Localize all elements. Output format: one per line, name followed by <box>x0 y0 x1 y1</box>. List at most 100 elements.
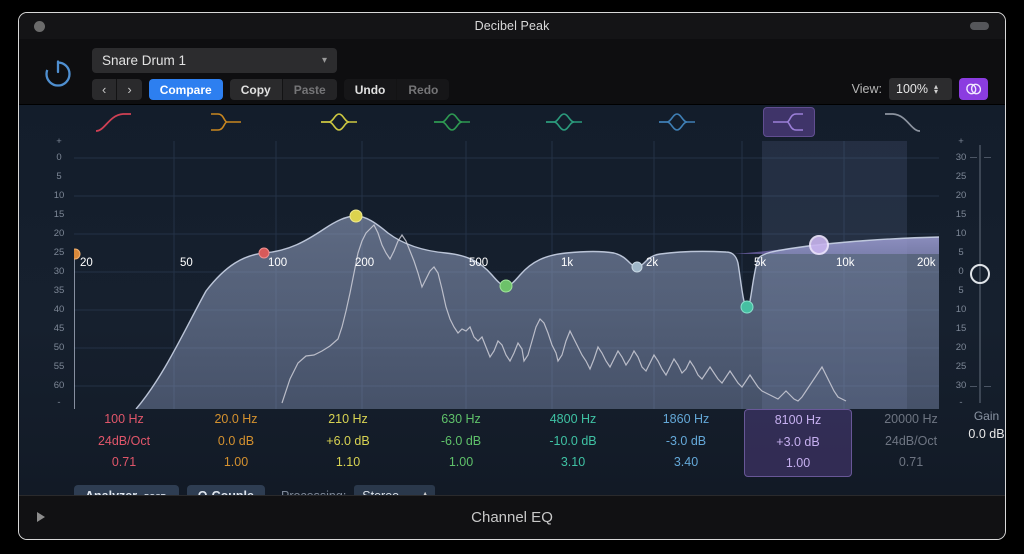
analyzer-scale-minus: - <box>57 397 61 408</box>
band-q[interactable]: 3.40 <box>632 452 740 474</box>
gain-value[interactable]: 0.0 dB <box>944 427 1005 441</box>
play-triangle-icon[interactable] <box>37 512 45 522</box>
low-shelf-icon <box>211 113 241 131</box>
freq-tick: 500 <box>469 257 488 269</box>
band-q[interactable]: 3.10 <box>519 452 627 474</box>
window-title: Decibel Peak <box>474 19 550 33</box>
band-handle-5[interactable] <box>740 300 754 314</box>
band-params-2[interactable]: 20.0 Hz 0.0 dB 1.00 <box>182 409 290 474</box>
band-handle-4[interactable] <box>499 279 513 293</box>
lowpass-filter-icon <box>885 113 921 132</box>
link-button[interactable] <box>959 78 988 100</box>
freq-tick: 20 <box>80 257 93 269</box>
band-freq[interactable]: 20.0 Hz <box>182 409 290 431</box>
band-icon-3[interactable] <box>313 107 365 137</box>
freq-tick: 2k <box>646 257 658 269</box>
gain-label: Gain <box>973 409 1000 423</box>
band-icon-row <box>19 105 1005 141</box>
plugin-window: Decibel Peak Snare Drum 1 ▾ ‹ › Compare … <box>18 12 1006 540</box>
freq-tick: 100 <box>268 257 287 269</box>
redo-button[interactable]: Redo <box>397 79 450 100</box>
band-params-7[interactable]: 8100 Hz +3.0 dB 1.00 <box>744 409 852 477</box>
band-gain[interactable]: -3.0 dB <box>632 431 740 453</box>
band-icon-1[interactable] <box>87 107 139 137</box>
bell-icon <box>434 113 470 131</box>
band-parameter-row: 100 Hz 24dB/Oct 0.71 20.0 Hz 0.0 dB 1.00… <box>74 409 939 477</box>
paste-button[interactable]: Paste <box>282 79 337 100</box>
band-q[interactable]: 0.71 <box>857 452 965 474</box>
band-params-5[interactable]: 4800 Hz -10.0 dB 3.10 <box>519 409 627 474</box>
band-icon-5[interactable] <box>538 107 590 137</box>
band-gain[interactable]: 0.0 dB <box>182 431 290 453</box>
band-params-1[interactable]: 100 Hz 24dB/Oct 0.71 <box>70 409 178 474</box>
gain-scale-tick: 10 <box>955 304 967 315</box>
gain-tick-bot-right <box>984 386 991 387</box>
band-gain[interactable]: +6.0 dB <box>294 431 402 453</box>
band-q[interactable]: 1.10 <box>294 452 402 474</box>
band-gain[interactable]: -10.0 dB <box>519 431 627 453</box>
preset-select[interactable]: Snare Drum 1 ▾ <box>92 48 337 73</box>
bell-icon <box>546 113 582 131</box>
analyzer-scale-tick: 40 <box>53 304 65 315</box>
compare-button[interactable]: Compare <box>148 79 223 100</box>
highpass-filter-icon <box>95 113 131 132</box>
analyzer-scale-tick: 45 <box>53 323 65 334</box>
gain-tick-top-right <box>984 157 991 158</box>
analyzer-scale-tick: 10 <box>53 190 65 201</box>
band-handle-7-selected[interactable] <box>809 235 829 255</box>
view-label: View: <box>851 82 882 96</box>
band-freq[interactable]: 210 Hz <box>294 409 402 431</box>
gain-slider-knob[interactable] <box>970 264 990 284</box>
band-freq[interactable]: 100 Hz <box>70 409 178 431</box>
bell-icon <box>659 113 695 131</box>
band-q[interactable]: 0.71 <box>70 452 178 474</box>
copy-button[interactable]: Copy <box>229 79 283 100</box>
band-handle-3[interactable] <box>349 209 363 223</box>
band-params-3[interactable]: 210 Hz +6.0 dB 1.10 <box>294 409 402 474</box>
eq-curve-plot[interactable]: 20 50 100 200 500 1k 2k 5k 10k 20k <box>74 141 939 409</box>
freq-tick: 10k <box>836 257 855 269</box>
next-preset-button[interactable]: › <box>117 79 142 100</box>
close-button[interactable] <box>34 21 45 32</box>
master-gain-block: Gain 0.0 dB <box>944 409 1005 441</box>
eq-display-area: + 0 5 10 15 20 25 30 35 40 45 50 55 60 -… <box>19 105 1005 507</box>
prev-preset-button[interactable]: ‹ <box>92 79 118 100</box>
power-button[interactable] <box>39 54 77 92</box>
collapse-pill-icon[interactable] <box>970 22 989 30</box>
band-icon-8[interactable] <box>877 107 929 137</box>
analyzer-scale-tick: 25 <box>53 247 65 258</box>
band-params-6[interactable]: 1860 Hz -3.0 dB 3.40 <box>632 409 740 474</box>
undo-button[interactable]: Undo <box>343 79 398 100</box>
preset-name: Snare Drum 1 <box>102 53 187 68</box>
band-freq[interactable]: 4800 Hz <box>519 409 627 431</box>
view-zoom-stepper[interactable]: 100% ▴ ▾ <box>889 78 952 100</box>
stepper-arrows-icon: ▴▾ <box>933 82 938 96</box>
compare-button-group: Compare <box>148 79 223 100</box>
band-q[interactable]: 1.00 <box>745 453 851 475</box>
gain-scale-tick: 15 <box>955 323 967 334</box>
band-q[interactable]: 1.00 <box>407 452 515 474</box>
band-icon-6[interactable] <box>651 107 703 137</box>
band-handle-6[interactable] <box>631 261 643 273</box>
band-q[interactable]: 1.00 <box>182 452 290 474</box>
freq-tick: 20k <box>917 257 936 269</box>
band-freq[interactable]: 8100 Hz <box>745 410 851 432</box>
band-gain[interactable]: +3.0 dB <box>745 432 851 454</box>
band-params-4[interactable]: 630 Hz -6.0 dB 1.00 <box>407 409 515 474</box>
analyzer-scale-tick: 35 <box>53 285 65 296</box>
band-icon-4[interactable] <box>426 107 478 137</box>
link-chain-icon <box>966 83 982 95</box>
band-freq[interactable]: 630 Hz <box>407 409 515 431</box>
window-titlebar: Decibel Peak <box>19 13 1005 39</box>
gain-scale-tick: 10 <box>955 228 967 239</box>
band-icon-7[interactable] <box>763 107 815 137</box>
band-icon-2[interactable] <box>199 107 251 137</box>
band-gain[interactable]: -6.0 dB <box>407 431 515 453</box>
band-slope[interactable]: 24dB/Oct <box>70 431 178 453</box>
bell-icon <box>321 113 357 131</box>
band-freq[interactable]: 1860 Hz <box>632 409 740 431</box>
analyzer-scale-tick: 50 <box>53 342 65 353</box>
chevron-down-icon: ▾ <box>321 55 327 66</box>
graph-wrapper: + 0 5 10 15 20 25 30 35 40 45 50 55 60 -… <box>19 136 1005 507</box>
analyzer-scale-tick: 60 <box>53 380 65 391</box>
